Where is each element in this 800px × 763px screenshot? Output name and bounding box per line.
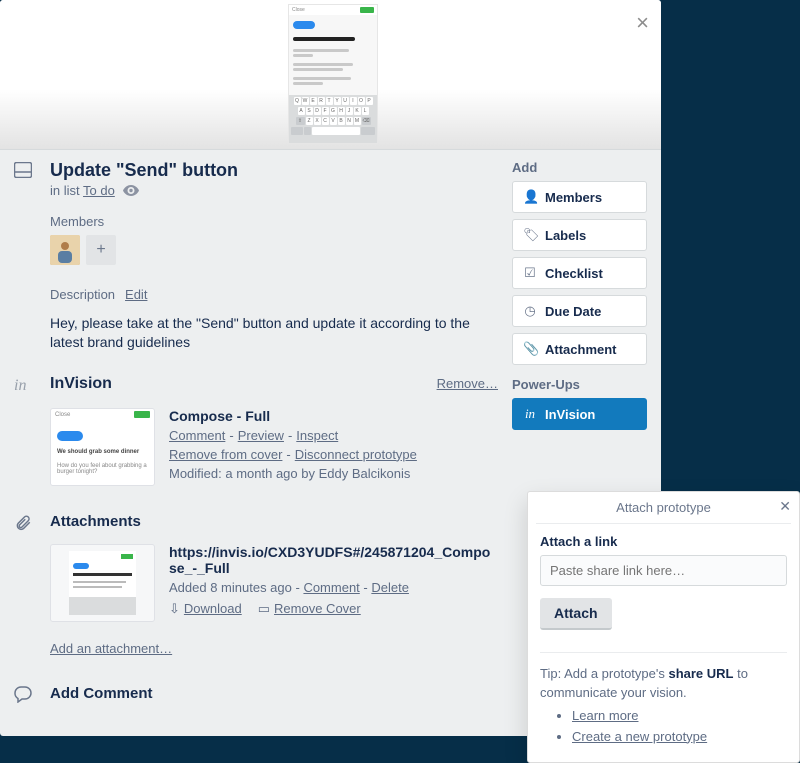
watch-icon[interactable] [123, 185, 139, 196]
invision-section: in InVision Remove… Close We should grab… [14, 374, 498, 486]
member-avatar[interactable] [50, 235, 80, 265]
description-heading: Description [50, 287, 115, 302]
popover-title: Attach prototype [616, 500, 711, 515]
clock-icon: ◷ [523, 303, 537, 319]
members-heading: Members [50, 214, 498, 229]
invision-remove-link[interactable]: Remove… [437, 376, 498, 391]
invision-comment-link[interactable]: Comment [169, 428, 225, 443]
invision-preview-link[interactable]: Preview [238, 428, 284, 443]
sidebar-item-label: Checklist [545, 266, 603, 281]
attachment-delete-link[interactable]: Delete [371, 580, 409, 595]
invision-small-icon: in [523, 406, 537, 422]
svg-text:in: in [14, 377, 26, 394]
download-icon: ⇩ [169, 601, 180, 616]
members-section: Members + [50, 214, 498, 265]
sidebar-item-label: Attachment [545, 342, 617, 357]
popover-tip: Tip: Add a prototype's share URL to comm… [540, 652, 787, 746]
user-icon: 👤 [523, 189, 537, 205]
sidebar-labels-button[interactable]: 🏷 Labels [512, 219, 647, 251]
learn-more-link[interactable]: Learn more [572, 708, 638, 723]
attach-prototype-popover: Attach prototype ✕ Attach a link Attach … [527, 491, 800, 763]
clip-icon: 📎 [523, 341, 537, 357]
close-icon[interactable]: × [632, 8, 653, 38]
attachment-added: Added 8 minutes ago [169, 580, 292, 595]
list-link[interactable]: To do [83, 183, 115, 198]
attachments-heading: Attachments [50, 513, 141, 530]
add-attachment-link[interactable]: Add an attachment… [50, 641, 172, 656]
attachment-comment-link[interactable]: Comment [303, 580, 359, 595]
add-comment-heading: Add Comment [50, 685, 153, 702]
attach-link-label: Attach a link [540, 534, 787, 549]
sidebar-duedate-button[interactable]: ◷ Due Date [512, 295, 647, 327]
description-section: Description Edit Hey, please take at the… [50, 287, 498, 352]
create-prototype-link[interactable]: Create a new prototype [572, 729, 707, 744]
invision-disconnect-link[interactable]: Disconnect prototype [295, 447, 417, 462]
sidebar-item-label: InVision [545, 407, 595, 422]
edit-description-link[interactable]: Edit [125, 287, 147, 302]
attachment-remove-cover-link[interactable]: ▭Remove Cover [258, 601, 361, 617]
sidebar-members-button[interactable]: 👤 Members [512, 181, 647, 213]
check-icon: ☑ [523, 265, 537, 281]
tag-icon: 🏷 [523, 227, 537, 243]
invision-inspect-link[interactable]: Inspect [296, 428, 338, 443]
sidebar-checklist-button[interactable]: ☑ Checklist [512, 257, 647, 289]
invision-remove-cover-link[interactable]: Remove from cover [169, 447, 282, 462]
invision-title: InVision [50, 375, 423, 393]
card-icon [14, 160, 36, 178]
in-list-prefix: in list [50, 183, 80, 198]
attachments-section: Attachments https://i [14, 512, 498, 656]
card-title[interactable]: Update "Send" button [50, 160, 238, 181]
cover-icon: ▭ [258, 601, 270, 616]
sidebar-item-label: Members [545, 190, 602, 205]
sidebar-add-heading: Add [512, 160, 647, 175]
card-cover: Close QWERTYUIOP ASDFGHJKL ⇧ZXCVBNM⌫ × [0, 0, 661, 150]
sidebar-invision-powerup[interactable]: in InVision [512, 398, 647, 430]
sidebar-attachment-button[interactable]: 📎 Attachment [512, 333, 647, 365]
cover-image[interactable]: Close QWERTYUIOP ASDFGHJKL ⇧ZXCVBNM⌫ [288, 4, 378, 144]
comment-icon [14, 684, 36, 703]
sidebar-item-label: Labels [545, 228, 586, 243]
sidebar-item-label: Due Date [545, 304, 601, 319]
attachment-thumbnail[interactable] [50, 544, 155, 622]
invision-item-name[interactable]: Compose - Full [169, 408, 498, 424]
popover-close-icon[interactable]: ✕ [779, 498, 791, 515]
share-link-input[interactable] [540, 555, 787, 586]
list-location: in list To do [50, 183, 498, 198]
description-text[interactable]: Hey, please take at the "Send" button an… [50, 314, 498, 352]
attachment-download-link[interactable]: ⇩Download [169, 601, 242, 617]
invision-icon: in [14, 374, 36, 394]
sidebar-powerups-heading: Power-Ups [512, 377, 647, 392]
add-member-button[interactable]: + [86, 235, 116, 265]
attach-button[interactable]: Attach [540, 598, 612, 630]
invision-modified: Modified: a month ago by Eddy Balcikonis [169, 466, 498, 481]
invision-thumbnail[interactable]: Close We should grab some dinner How do … [50, 408, 155, 486]
attachment-url[interactable]: https://invis.io/CXD3YUDFS#/245871204_Co… [169, 544, 498, 576]
main-column: Update "Send" button in list To do Membe… [14, 160, 498, 713]
attachment-icon [14, 512, 36, 532]
